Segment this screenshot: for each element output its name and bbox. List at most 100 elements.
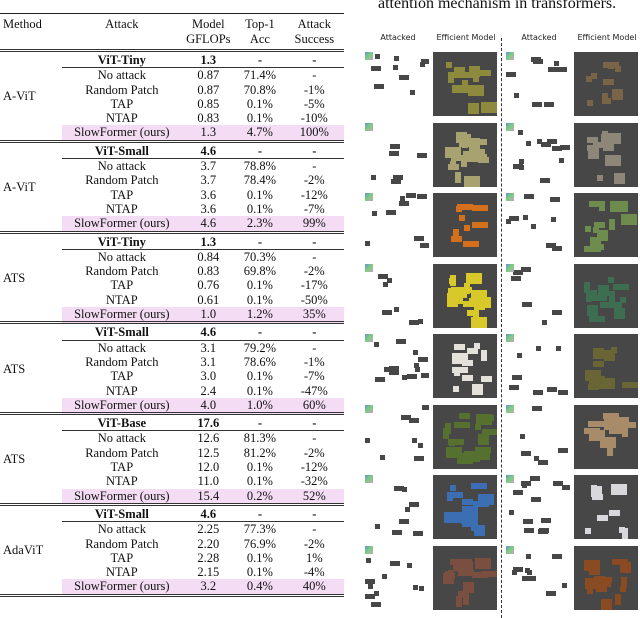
table-row-base-model: A-ViT ViT-Tiny 1.3- - [0,50,344,103]
gflops-cell: 0.87 [197,82,220,97]
adversarial-patch-icon [365,193,373,201]
success-cell: -7% [303,201,325,216]
efficient-model-image [433,263,497,328]
attack-cell: NTAP [106,111,138,126]
gflops-cell: 2.25 [181,521,236,537]
success-cell: - [312,53,317,67]
success-cell: - [312,506,317,521]
table-header-row: Method Attack Model GFLOPs Top-1 Acc Attac… [0,13,344,51]
header-method: Method [3,17,42,31]
model-name-cell: ViT-Tiny [97,234,146,249]
gflops-cell: 3.0 [200,369,217,384]
success-cell: -12% [300,187,328,202]
header-attack: Attack [105,17,139,31]
success-cell: 100% [284,125,344,142]
attacked-image [365,475,429,539]
method-cell: A-ViT [3,180,36,195]
success-cell: 60% [284,397,344,414]
gflops-cell: 4.0 [181,397,236,414]
acc-cell: 0.1% [246,550,273,565]
efficient-model-image [574,334,638,398]
adversarial-patch-icon [506,475,514,483]
attacked-image [506,52,570,116]
attacked-image [365,122,429,187]
model-name-cell: ViT-Small [94,143,149,158]
acc-cell: 71.4% [235,67,285,83]
gflops-cell: 2.28 [197,550,220,565]
success-cell: -2% [303,536,325,551]
model-name-cell: ViT-Tiny [97,53,146,67]
acc-cell: 70.8% [243,82,277,97]
column-label-attacked-left: Attacked [380,33,416,42]
acc-cell: 0.1% [246,201,273,216]
gflops-cell: 3.2 [181,579,236,596]
adversarial-patch-icon [365,263,373,272]
gflops-cell: 11.0 [197,474,220,489]
adversarial-patch-icon [365,545,373,554]
success-cell: - [284,521,344,537]
gflops-cell: 0.76 [197,278,220,293]
success-cell: - [284,430,344,446]
acc-cell: 0.1% [246,278,273,293]
attacked-image [365,193,429,257]
attacked-image [506,475,570,539]
attack-cell: NTAP [106,201,138,216]
gflops-cell: 17.6 [197,416,220,431]
gflops-cell: 4.6 [200,325,217,340]
acc-cell: 77.3% [235,521,285,537]
gflops-cell: 15.4 [181,488,236,505]
gflops-cell: 2.15 [197,565,220,580]
method-cell: ATS [3,452,26,467]
attack-cell: TAP [110,278,134,293]
acc-cell: 0.1% [246,111,273,126]
adversarial-patch-icon [506,334,514,342]
adversarial-patch-icon [506,52,514,60]
efficient-model-image [574,263,638,328]
adversarial-patch-icon [365,122,373,131]
attack-cell: No attack [62,248,182,265]
gflops-cell: 1.3 [200,234,217,249]
acc-cell: 0.2% [235,488,285,505]
success-cell: -50% [300,292,328,307]
attack-cell: Random Patch [85,445,159,460]
efficient-model-image [574,545,638,610]
adversarial-patch-icon [365,404,373,413]
success-cell: -7% [303,369,325,384]
success-cell: 35% [284,307,344,323]
success-cell: -1% [303,354,325,369]
gflops-cell: 4.6 [200,506,217,521]
gflops-cell: 3.6 [200,187,217,202]
attack-cell: NTAP [106,383,138,398]
figure-panel: Attacked Efficient Model Attacked Effici… [355,30,640,618]
gflops-cell: 0.83 [197,264,220,279]
efficient-model-image [574,52,638,116]
attack-cell: No attack [62,521,182,537]
efficient-model-image [433,545,497,610]
model-name-cell: ViT-Small [94,325,149,340]
acc-cell: 0.1% [246,292,273,307]
attack-cell: Random Patch [85,82,159,97]
acc-cell: - [257,234,262,249]
attacked-image [506,545,570,610]
acc-cell: 69.8% [243,264,277,279]
adversarial-patch-icon [506,193,514,201]
attacked-image [365,404,429,469]
acc-cell: 78.8% [235,158,285,174]
attack-cell: TAP [110,369,134,384]
attacked-image [365,545,429,610]
attacked-image [506,404,570,469]
adversarial-patch-icon [506,404,514,413]
table-body: A-ViT ViT-Tiny 1.3- - No attack 0.87 71.4% - Ran… [0,50,344,596]
efficient-model-image [574,122,638,187]
acc-cell: 79.2% [235,339,285,355]
attack-cell: NTAP [106,292,138,307]
attack-cell: NTAP [106,474,138,489]
gflops-cell: 4.6 [181,216,236,233]
acc-cell: 4.7% [235,125,285,142]
attack-cell: NTAP [106,565,138,580]
success-cell: -2% [303,264,325,279]
attack-cell: Random Patch [85,173,159,188]
efficient-model-image [433,475,497,539]
attack-cell: No attack [62,67,182,83]
adversarial-patch-icon [506,545,514,554]
